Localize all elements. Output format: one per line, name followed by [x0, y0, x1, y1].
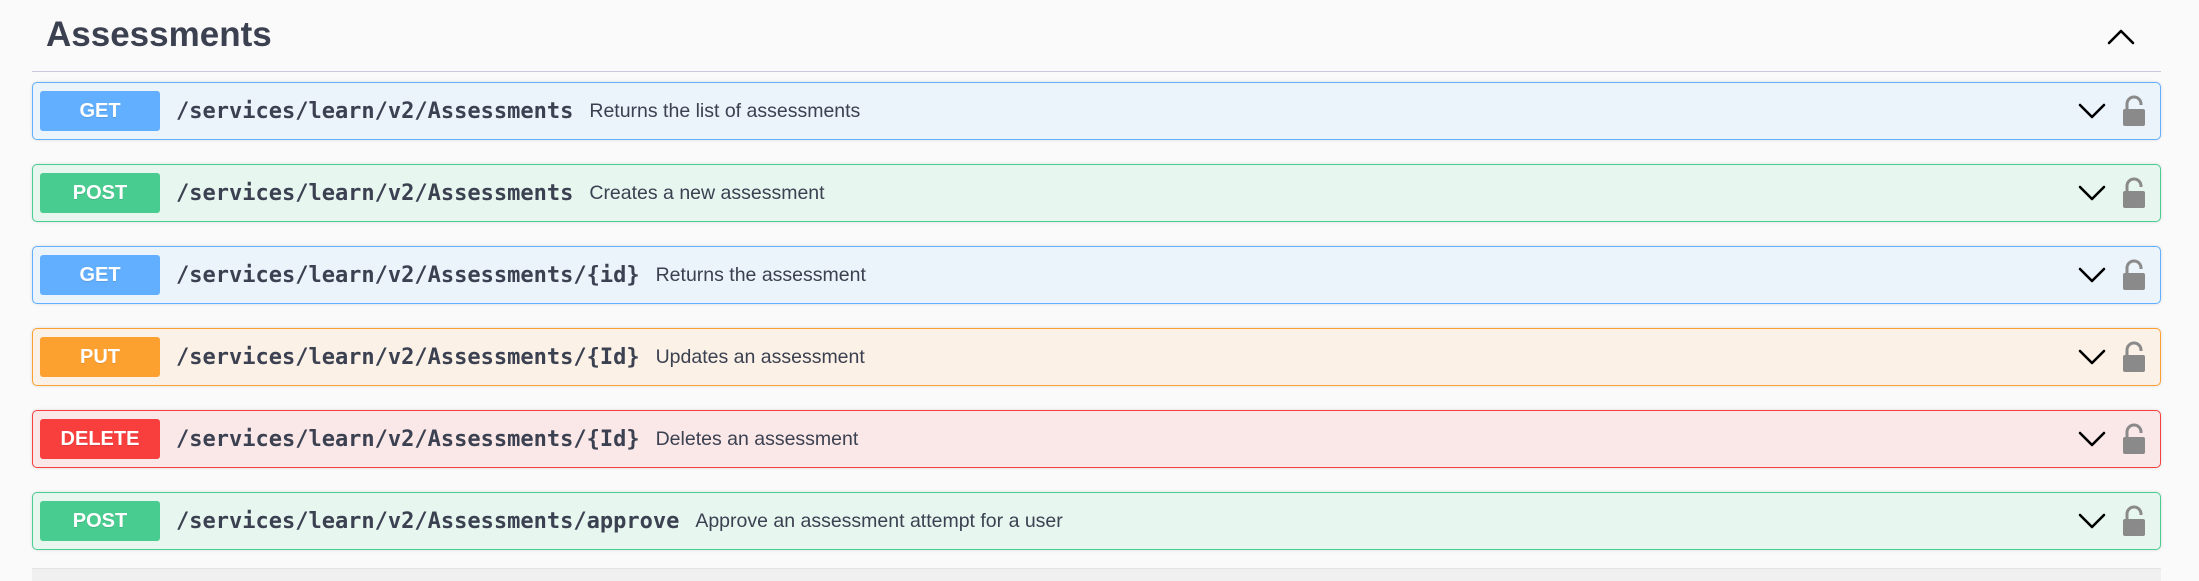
chevron-down-icon: [2078, 349, 2106, 365]
operation-row[interactable]: PUT /services/learn/v2/Assessments/{Id} …: [32, 328, 2161, 386]
operation-path: /services/learn/v2/Assessments: [176, 98, 574, 124]
expand-button[interactable]: [2072, 91, 2112, 131]
authorize-button[interactable]: [2116, 419, 2152, 459]
operation-row[interactable]: POST /services/learn/v2/Assessments/appr…: [32, 492, 2161, 550]
operation-summary: Approve an assessment attempt for a user: [695, 509, 1063, 532]
expand-button[interactable]: [2072, 255, 2112, 295]
expand-button[interactable]: [2072, 337, 2112, 377]
section-title: Assessments: [46, 14, 272, 54]
operation-row[interactable]: DELETE /services/learn/v2/Assessments/{I…: [32, 410, 2161, 468]
collapse-button[interactable]: [2091, 6, 2151, 66]
unlocked-lock-icon: [2123, 423, 2145, 454]
operation-path: /services/learn/v2/Assessments/{Id}: [176, 426, 640, 452]
expand-button[interactable]: [2072, 173, 2112, 213]
operations-list: GET /services/learn/v2/Assessments Retur…: [32, 82, 2161, 550]
authorize-button[interactable]: [2116, 255, 2152, 295]
chevron-up-icon: [2107, 29, 2135, 44]
unlocked-lock-icon: [2123, 259, 2145, 290]
unlocked-lock-icon: [2123, 341, 2145, 372]
operation-summary: Updates an assessment: [655, 345, 865, 368]
unlocked-lock-icon: [2123, 505, 2145, 536]
operation-path: /services/learn/v2/Assessments/approve: [176, 508, 680, 534]
expand-button[interactable]: [2072, 501, 2112, 541]
operation-path: /services/learn/v2/Assessments: [176, 180, 574, 206]
expand-button[interactable]: [2072, 419, 2112, 459]
operation-summary: Returns the assessment: [655, 263, 866, 286]
operation-summary: Returns the list of assessments: [589, 99, 861, 122]
authorize-button[interactable]: [2116, 501, 2152, 541]
method-badge: POST: [40, 173, 160, 213]
operation-row[interactable]: GET /services/learn/v2/Assessments Retur…: [32, 82, 2161, 140]
chevron-down-icon: [2078, 103, 2106, 119]
operation-summary: Creates a new assessment: [589, 181, 825, 204]
operation-summary: Deletes an assessment: [655, 427, 859, 450]
assessments-section: Assessments GET /services/learn/v2/Asses…: [32, 0, 2161, 574]
section-header[interactable]: Assessments: [32, 0, 2161, 72]
operation-row[interactable]: POST /services/learn/v2/Assessments Crea…: [32, 164, 2161, 222]
method-badge: GET: [40, 255, 160, 295]
authorize-button[interactable]: [2116, 91, 2152, 131]
unlocked-lock-icon: [2123, 95, 2145, 126]
method-badge: PUT: [40, 337, 160, 377]
method-badge: POST: [40, 501, 160, 541]
operation-path: /services/learn/v2/Assessments/{id}: [176, 262, 640, 288]
chevron-down-icon: [2078, 267, 2106, 283]
operation-path: /services/learn/v2/Assessments/{Id}: [176, 344, 640, 370]
unlocked-lock-icon: [2123, 177, 2145, 208]
chevron-down-icon: [2078, 185, 2106, 201]
authorize-button[interactable]: [2116, 337, 2152, 377]
operation-row[interactable]: GET /services/learn/v2/Assessments/{id} …: [32, 246, 2161, 304]
method-badge: GET: [40, 91, 160, 131]
chevron-down-icon: [2078, 513, 2106, 529]
chevron-down-icon: [2078, 431, 2106, 447]
authorize-button[interactable]: [2116, 173, 2152, 213]
method-badge: DELETE: [40, 419, 160, 459]
